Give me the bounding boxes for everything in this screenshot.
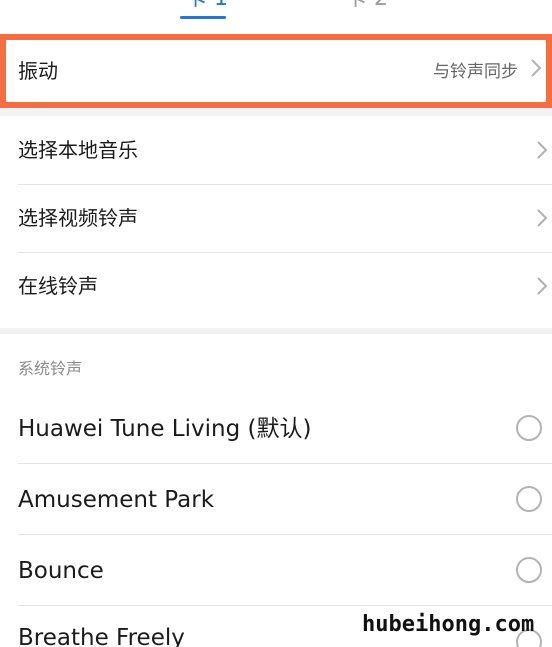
ringtone-label: Breathe Freely [18, 625, 185, 647]
menu-item-label: 选择视频铃声 [18, 206, 138, 230]
menu-item-label: 在线铃声 [18, 274, 98, 298]
section-separator [0, 328, 552, 334]
ringtone-label: Amusement Park [18, 487, 215, 513]
chevron-right-icon [531, 59, 542, 77]
tab-active-indicator [180, 16, 226, 19]
divider [18, 463, 552, 464]
divider [18, 605, 552, 606]
section-separator [0, 108, 552, 116]
sim-tab-bar: 卡 1 卡 2 [0, 0, 552, 34]
tab-sim-2[interactable]: 卡 2 [345, 0, 388, 12]
section-title-system-ringtones: 系统铃声 [18, 359, 83, 378]
menu-item-label: 选择本地音乐 [18, 138, 138, 162]
radio-button[interactable] [516, 557, 542, 583]
menu-item-online-ringtone[interactable]: 在线铃声 [0, 252, 552, 320]
vibration-value: 与铃声同步 [433, 62, 518, 82]
chevron-right-icon [537, 209, 548, 227]
tab-sim-1[interactable]: 卡 1 [185, 0, 228, 12]
ringtone-item[interactable]: Huawei Tune Living (默认) [0, 394, 552, 465]
vibration-setting-row[interactable]: 振动 与铃声同步 [0, 34, 552, 108]
radio-button[interactable] [516, 415, 542, 441]
ringtone-label: Bounce [18, 558, 104, 584]
chevron-right-icon [537, 141, 548, 159]
vibration-label: 振动 [18, 59, 58, 83]
radio-button[interactable] [516, 486, 542, 512]
ringtone-item[interactable]: Bounce [0, 536, 552, 607]
ringtone-item[interactable]: Amusement Park [0, 465, 552, 536]
menu-item-local-music[interactable]: 选择本地音乐 [0, 116, 552, 184]
ringtone-source-menu: 选择本地音乐 选择视频铃声 在线铃声 [0, 116, 552, 328]
ringtone-label: Huawei Tune Living (默认) [18, 416, 312, 442]
divider [18, 534, 552, 535]
chevron-right-icon [537, 277, 548, 295]
menu-item-video-ringtone[interactable]: 选择视频铃声 [0, 184, 552, 252]
watermark-text: hubeihong.com [362, 612, 535, 637]
